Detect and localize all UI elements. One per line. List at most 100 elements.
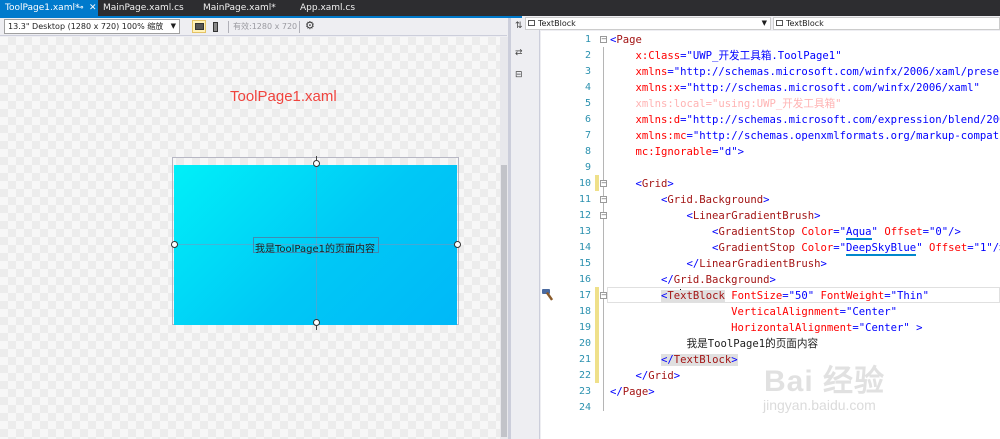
code-token: </ [661, 354, 674, 366]
portrait-button[interactable] [208, 20, 222, 33]
line-number: 23 [578, 386, 591, 397]
code-line[interactable]: xmlns:d="http://schemas.microsoft.com/ex… [610, 112, 1000, 128]
code-line[interactable]: mc:Ignorable="d"> [610, 144, 744, 160]
code-line[interactable]: <Grid.Background> [610, 192, 769, 208]
code-token: HorizontalAlignment [610, 322, 853, 334]
line-number: 13 [578, 226, 591, 237]
code-token: ="50" [782, 290, 815, 302]
tab-toolpage1-xaml[interactable]: ToolPage1.xaml* ⊸ ✕ [0, 0, 98, 16]
code-token: FontSize [724, 290, 783, 302]
line-number: 18 [578, 306, 591, 317]
tab-app-xaml-cs[interactable]: App.xaml.cs [295, 0, 375, 16]
code-line[interactable]: 我是ToolPage1的页面内容 [610, 336, 819, 352]
code-token: < [610, 210, 693, 222]
code-token: ="Thin" [884, 290, 929, 302]
code-token: ="http://schemas.microsoft.com/winfx/200… [680, 82, 980, 94]
code-token: Grid.Background [667, 194, 764, 206]
code-token: > [648, 386, 655, 398]
tab-mainpage-xaml-cs[interactable]: MainPage.xaml.cs [98, 0, 194, 16]
designer-vertical-scrollbar[interactable] [500, 37, 508, 439]
code-token: > [769, 274, 776, 286]
landscape-icon [195, 23, 204, 30]
code-token: xmlns [610, 66, 668, 78]
code-token: > [673, 370, 681, 382]
collapse-pane-icon[interactable]: ⊟ [515, 70, 523, 80]
code-token: FontWeight [814, 290, 885, 302]
margin-tick [316, 156, 317, 160]
code-token: LinearGradientBrush [699, 258, 821, 270]
code-line[interactable]: xmlns:local="using:UWP_开发工具箱" [610, 96, 842, 112]
effective-size-label: 有效:1280 x 720 [233, 22, 298, 31]
code-line[interactable]: VerticalAlignment="Center" [610, 304, 897, 320]
code-line[interactable]: xmlns="http://schemas.microsoft.com/winf… [610, 64, 1000, 80]
code-token: </ [610, 370, 649, 382]
code-line[interactable]: xmlns:x="http://schemas.microsoft.com/wi… [610, 80, 980, 96]
margin-tick [316, 326, 317, 330]
code-token: x:Class [610, 50, 681, 62]
resize-handle-top[interactable] [313, 160, 320, 167]
resize-handle-bottom[interactable] [313, 319, 320, 326]
device-select[interactable]: 13.3" Desktop (1280 x 720) 100% 缩放 ▼ [4, 19, 180, 34]
code-token: ="1"/> [967, 242, 1000, 254]
code-token: TextBlock [673, 354, 732, 366]
textblock-content[interactable]: 我是ToolPage1的页面内容 [255, 240, 375, 255]
change-marker [595, 175, 599, 191]
code-line[interactable]: <TextBlock FontSize="50" FontWeight="Thi… [610, 288, 929, 304]
code-line[interactable]: </Grid.Background> [610, 272, 776, 288]
code-token: Grid.Background [673, 274, 770, 286]
gear-icon[interactable]: ⚙ [305, 19, 315, 32]
code-token: > [667, 178, 674, 190]
code-line[interactable]: </LinearGradientBrush> [610, 256, 827, 272]
scrollbar-thumb[interactable] [501, 165, 507, 437]
line-number: 14 [578, 242, 591, 253]
code-line[interactable]: </Page> [610, 384, 655, 400]
line-number: 5 [584, 98, 591, 109]
code-token: Aqua [846, 226, 872, 240]
code-line[interactable]: <GradientStop Color="DeepSkyBlue" Offset… [610, 240, 1000, 256]
close-icon[interactable]: ✕ [89, 0, 97, 16]
fold-toggle-textblock[interactable]: − [600, 292, 607, 299]
code-token: LinearGradientBrush [692, 210, 815, 222]
code-token: < [610, 226, 719, 238]
chevron-down-icon: ▼ [761, 19, 767, 27]
code-line[interactable]: HorizontalAlignment="Center" > [610, 320, 923, 336]
split-horizontal-icon[interactable]: ⇄ [515, 48, 523, 58]
code-line[interactable]: <Page [610, 32, 642, 48]
fold-toggle-page[interactable]: − [600, 36, 607, 43]
tab-mainpage-xaml[interactable]: MainPage.xaml* [198, 0, 288, 16]
resize-handle-right[interactable] [454, 241, 461, 248]
code-token: Grid [648, 370, 674, 382]
code-token: ="Center" [839, 306, 898, 318]
landscape-button[interactable] [192, 20, 206, 33]
code-line[interactable]: <LinearGradientBrush> [610, 208, 821, 224]
line-number: 12 [578, 210, 591, 221]
line-number: 7 [584, 130, 591, 141]
line-number: 24 [578, 402, 591, 413]
code-line[interactable]: <Grid> [610, 176, 674, 192]
code-token: ="Center" > [852, 322, 923, 334]
fold-toggle-grid-background[interactable]: − [600, 196, 607, 203]
member-select[interactable]: TextBlock [773, 17, 1000, 30]
tab-label: MainPage.xaml* [203, 3, 276, 13]
scope-select[interactable]: TextBlock ▼ [525, 17, 771, 30]
code-token: < [610, 178, 642, 190]
code-token: =" [833, 226, 847, 238]
code-token: xmlns:d [610, 114, 681, 126]
code-line[interactable]: </TextBlock> [610, 352, 738, 368]
device-select-value: 13.3" Desktop (1280 x 720) 100% 缩放 [8, 22, 164, 31]
code-line[interactable]: <GradientStop Color="Aqua" Offset="0"/> [610, 224, 961, 240]
designer-toolbar: 13.3" Desktop (1280 x 720) 100% 缩放 ▼ 有效:… [0, 18, 507, 36]
code-line[interactable]: </Grid> [610, 368, 681, 384]
resize-handle-left[interactable] [171, 241, 178, 248]
code-token: > [763, 194, 770, 206]
fold-toggle-lineargradientbrush[interactable]: − [600, 212, 607, 219]
code-line[interactable]: xmlns:mc="http://schemas.openxmlformats.… [610, 128, 1000, 144]
hammer-icon[interactable] [541, 287, 557, 306]
pin-icon[interactable]: ⊸ [76, 0, 84, 16]
fold-guide [603, 47, 604, 411]
line-number: 3 [584, 66, 591, 77]
code-token: GradientStop [718, 226, 795, 238]
fold-toggle-grid[interactable]: − [600, 180, 607, 187]
code-line[interactable]: x:Class="UWP_开发工具箱.ToolPage1" [610, 48, 842, 64]
